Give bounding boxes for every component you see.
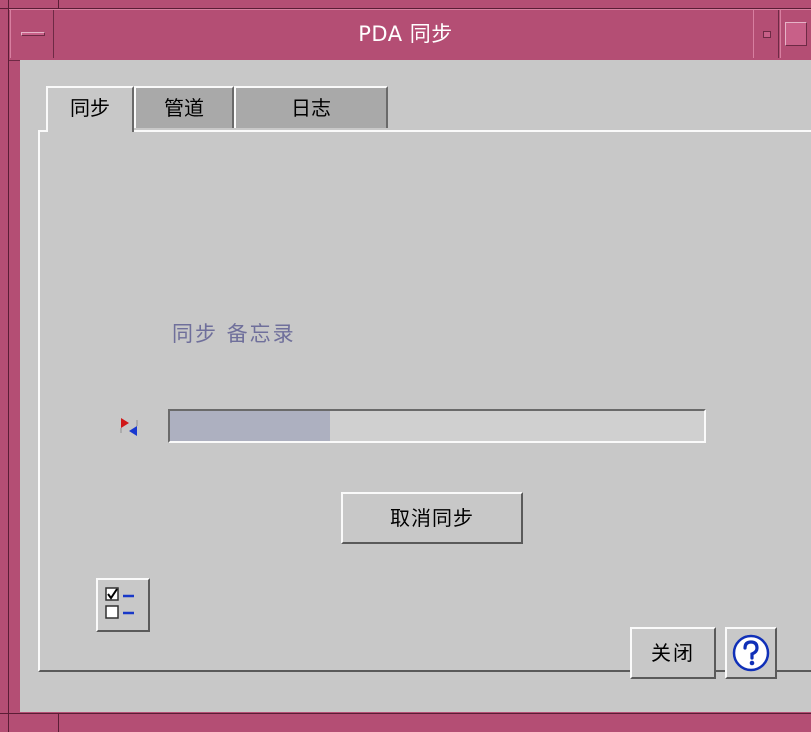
close-button[interactable]: 关闭 bbox=[630, 627, 716, 679]
checklist-button[interactable] bbox=[96, 578, 150, 632]
frame-edge bbox=[0, 713, 811, 714]
frame-edge bbox=[58, 713, 59, 732]
minimize-icon bbox=[763, 31, 771, 38]
tab-label: 管道 bbox=[164, 96, 204, 120]
sync-tab-panel: 同步 备忘录 取消同步 bbox=[38, 130, 811, 672]
help-button[interactable] bbox=[725, 627, 777, 679]
tab-label: 日志 bbox=[291, 96, 331, 120]
sync-arrows-icon bbox=[120, 418, 138, 436]
tab-conduits[interactable]: 管道 bbox=[134, 86, 234, 128]
tab-log[interactable]: 日志 bbox=[234, 86, 388, 128]
window-title: PDA 同步 bbox=[358, 22, 453, 46]
pda-sync-window: PDA 同步 日志 管道 同步 同步 备忘录 取消同步 关闭 bbox=[0, 0, 811, 732]
maximize-icon bbox=[785, 22, 807, 46]
frame-edge bbox=[8, 0, 9, 732]
frame-edge bbox=[58, 0, 59, 9]
cancel-sync-button[interactable]: 取消同步 bbox=[341, 492, 523, 544]
minimize-button[interactable] bbox=[753, 10, 779, 58]
help-icon bbox=[732, 634, 770, 672]
client-area: 日志 管道 同步 同步 备忘录 取消同步 关闭 bbox=[20, 60, 811, 712]
maximize-button[interactable] bbox=[780, 10, 811, 58]
tab-sync[interactable]: 同步 bbox=[46, 86, 134, 132]
checklist-icon bbox=[105, 587, 134, 619]
sync-status-label: 同步 备忘录 bbox=[172, 322, 296, 346]
sync-progress-bar bbox=[168, 409, 706, 443]
progress-fill bbox=[170, 411, 331, 441]
tab-label: 同步 bbox=[70, 96, 110, 120]
